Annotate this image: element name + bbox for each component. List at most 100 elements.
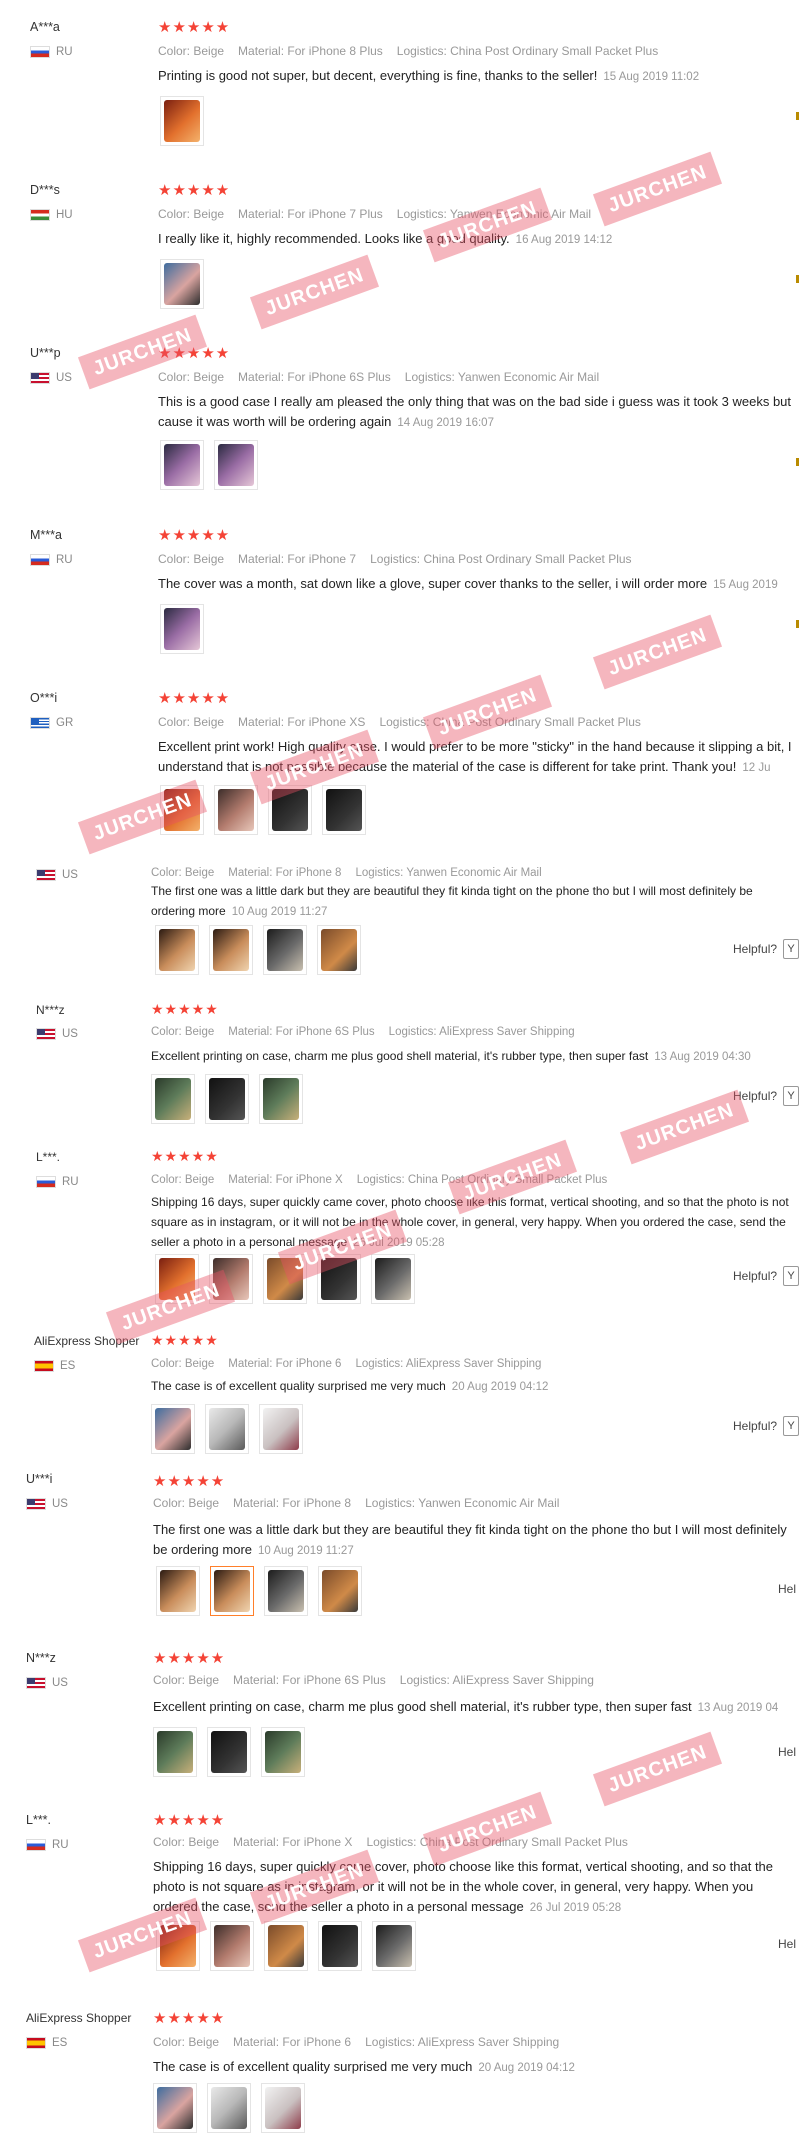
review-photo-thumbnail[interactable] bbox=[155, 925, 199, 975]
review-photo-thumbnail[interactable] bbox=[210, 1566, 254, 1616]
review-photo-thumbnail[interactable] bbox=[155, 1254, 199, 1304]
review-photo-thumbnail[interactable] bbox=[264, 1921, 308, 1971]
flag-icon bbox=[30, 717, 50, 729]
review-photo-thumbnail[interactable] bbox=[156, 1921, 200, 1971]
review-attributes: Color: Beige Material: For iPhone 8 Logist… bbox=[153, 1496, 560, 1510]
review-photo-thumbnail[interactable] bbox=[322, 785, 366, 835]
review-date: 12 Ju bbox=[742, 762, 771, 774]
review-item: A***a RU ★★★★★ Color: Beige Material: For… bbox=[0, 0, 800, 166]
review-date: 13 Aug 2019 04:30 bbox=[654, 1051, 751, 1063]
review-photo-thumbnail[interactable] bbox=[214, 440, 258, 490]
reviewer-country: ES bbox=[26, 2037, 67, 2049]
review-photo-thumbnail[interactable] bbox=[207, 2083, 251, 2133]
review-text: Excellent printing on case, charm me plu… bbox=[153, 1699, 779, 1714]
helpful-control: Helpful? Y bbox=[733, 1416, 800, 1436]
edge-marker bbox=[796, 275, 799, 283]
review-photo-thumbnail[interactable] bbox=[156, 1566, 200, 1616]
reviewer-name: AliExpress Shopper bbox=[26, 2011, 132, 2025]
helpful-control: Helpful? Y bbox=[733, 1266, 800, 1286]
edge-marker bbox=[796, 458, 799, 466]
review-date: 13 Aug 2019 04 bbox=[697, 1702, 779, 1714]
review-photo-thumbnail[interactable] bbox=[259, 1404, 303, 1454]
reviewer-country: US bbox=[30, 372, 72, 384]
review-photo-thumbnail[interactable] bbox=[160, 96, 204, 146]
flag-icon bbox=[30, 554, 50, 566]
review-photo-thumbnail[interactable] bbox=[264, 1566, 308, 1616]
edge-marker bbox=[796, 112, 799, 120]
review-date: 15 Aug 2019 11:02 bbox=[603, 71, 700, 83]
review-date: 20 Aug 2019 04:12 bbox=[478, 2062, 575, 2074]
review-photo-thumbnail[interactable] bbox=[153, 1727, 197, 1777]
rating-stars: ★★★★★ bbox=[158, 690, 231, 707]
review-item: N***z US ★★★★★ Color: Beige Material: For… bbox=[0, 1635, 800, 1796]
review-date: 26 Jul 2019 05:28 bbox=[353, 1237, 445, 1249]
flag-icon bbox=[36, 1028, 56, 1040]
flag-icon bbox=[30, 209, 50, 221]
review-photos bbox=[153, 2083, 305, 2133]
helpful-yes-button[interactable]: Y bbox=[783, 939, 800, 959]
helpful-yes-button[interactable]: Y bbox=[783, 1416, 800, 1436]
rating-stars: ★★★★★ bbox=[151, 1332, 219, 1348]
rating-stars: ★★★★★ bbox=[158, 527, 231, 544]
review-photo-thumbnail[interactable] bbox=[263, 1254, 307, 1304]
review-photos bbox=[160, 604, 204, 654]
review-photo-thumbnail[interactable] bbox=[261, 2083, 305, 2133]
review-text: Excellent printing on case, charm me plu… bbox=[151, 1049, 751, 1063]
flag-icon bbox=[36, 1176, 56, 1188]
review-item: L***. RU ★★★★★ Color: Beige Material: For… bbox=[0, 1795, 800, 1986]
review-photo-thumbnail[interactable] bbox=[160, 259, 204, 309]
review-photo-thumbnail[interactable] bbox=[151, 1074, 195, 1124]
review-photo-thumbnail[interactable] bbox=[151, 1404, 195, 1454]
review-item: US Color: Beige Material: For iPhone 8 Log… bbox=[0, 855, 800, 991]
review-photo-thumbnail[interactable] bbox=[153, 2083, 197, 2133]
review-attributes: Color: Beige Material: For iPhone 8 Plus L… bbox=[158, 44, 659, 58]
review-text: I really like it, highly recommended. Lo… bbox=[158, 231, 613, 246]
review-photo-thumbnail[interactable] bbox=[160, 440, 204, 490]
review-photo-thumbnail[interactable] bbox=[210, 1921, 254, 1971]
review-photo-thumbnail[interactable] bbox=[259, 1074, 303, 1124]
rating-stars: ★★★★★ bbox=[158, 19, 231, 36]
review-photo-thumbnail[interactable] bbox=[205, 1074, 249, 1124]
review-photo-thumbnail[interactable] bbox=[263, 925, 307, 975]
review-attributes: Color: Beige Material: For iPhone 6 Logist… bbox=[153, 2035, 560, 2049]
review-photo-thumbnail[interactable] bbox=[371, 1254, 415, 1304]
review-photo-thumbnail[interactable] bbox=[268, 785, 312, 835]
review-attributes: Color: Beige Material: For iPhone X Logist… bbox=[151, 1174, 608, 1186]
review-text: The first one was a little dark but they… bbox=[153, 1522, 787, 1557]
review-photo-thumbnail[interactable] bbox=[318, 1921, 362, 1971]
rating-stars: ★★★★★ bbox=[153, 1650, 226, 1667]
review-photo-thumbnail[interactable] bbox=[214, 785, 258, 835]
helpful-yes-button[interactable]: Y bbox=[783, 1086, 800, 1106]
review-item: M***a RU ★★★★★ Color: Beige Material: For… bbox=[0, 510, 800, 674]
reviewer-country: RU bbox=[30, 554, 73, 566]
reviewer-country: US bbox=[26, 1677, 68, 1689]
reviewer-country: ES bbox=[34, 1360, 75, 1372]
review-photos bbox=[160, 785, 366, 835]
review-photos bbox=[160, 259, 204, 309]
review-photo-thumbnail[interactable] bbox=[205, 1404, 249, 1454]
review-photo-thumbnail[interactable] bbox=[209, 1254, 253, 1304]
review-item: O***i GR ★★★★★ Color: Beige Material: For… bbox=[0, 673, 800, 856]
review-text: The case is of excellent quality surpris… bbox=[151, 1379, 549, 1393]
helpful-control: Hel bbox=[778, 1582, 797, 1596]
review-date: 10 Aug 2019 11:27 bbox=[258, 1545, 354, 1557]
review-photo-thumbnail[interactable] bbox=[261, 1727, 305, 1777]
rating-stars: ★★★★★ bbox=[153, 1812, 226, 1829]
helpful-yes-button[interactable]: Y bbox=[783, 1266, 800, 1286]
review-photo-thumbnail[interactable] bbox=[317, 925, 361, 975]
review-photo-thumbnail[interactable] bbox=[372, 1921, 416, 1971]
review-text: The case is of excellent quality surpris… bbox=[153, 2059, 575, 2074]
review-item: D***s HU ★★★★★ Color: Beige Material: For… bbox=[0, 165, 800, 329]
reviewer-name: U***p bbox=[30, 346, 61, 360]
review-text: Excellent print work! High quality case.… bbox=[158, 739, 792, 774]
reviewer-name: O***i bbox=[30, 691, 58, 705]
rating-stars: ★★★★★ bbox=[151, 1148, 219, 1164]
review-photos bbox=[153, 1727, 305, 1777]
review-photo-thumbnail[interactable] bbox=[160, 785, 204, 835]
review-photo-thumbnail[interactable] bbox=[318, 1566, 362, 1616]
review-photo-thumbnail[interactable] bbox=[317, 1254, 361, 1304]
flag-icon bbox=[26, 1677, 46, 1689]
review-photo-thumbnail[interactable] bbox=[207, 1727, 251, 1777]
review-photo-thumbnail[interactable] bbox=[209, 925, 253, 975]
review-photo-thumbnail[interactable] bbox=[160, 604, 204, 654]
